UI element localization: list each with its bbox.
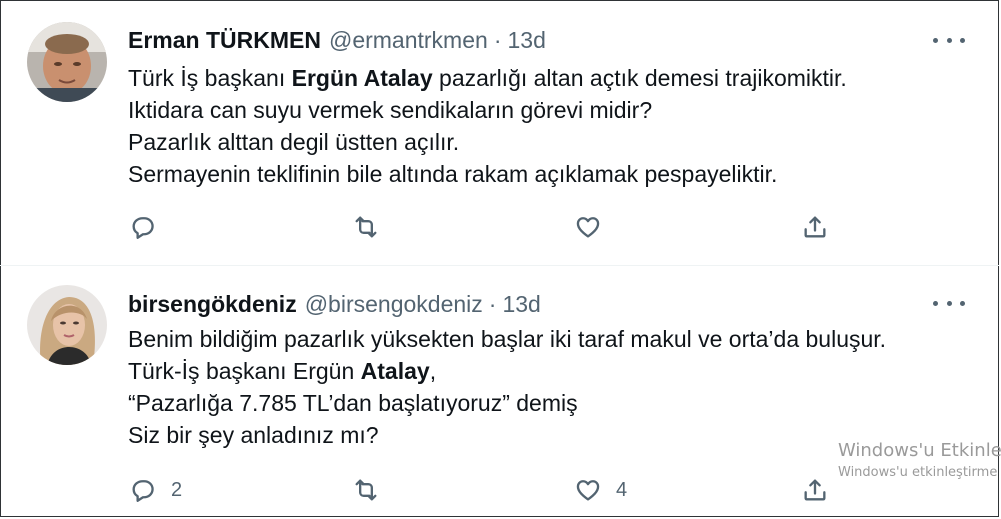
more-icon[interactable] (933, 293, 965, 313)
reply-button[interactable] (129, 210, 171, 244)
separator-dot: · (493, 27, 502, 53)
tweet[interactable]: birsengökdeniz @birsengokdeniz · 13d Ben… (0, 266, 999, 518)
like-button[interactable] (574, 210, 616, 244)
reply-icon (132, 480, 154, 502)
timestamp[interactable]: 13d (502, 291, 540, 318)
tweet-line: Iktidara can suyu vermek sendikaların gö… (128, 97, 653, 123)
display-name[interactable]: Erman TÜRKMEN (128, 27, 321, 54)
display-name[interactable]: birsengökdeniz (128, 291, 297, 318)
reply-icon (132, 217, 154, 239)
tweet-line: Türk-İş başkanı Ergün Atalay, (128, 358, 437, 384)
timestamp[interactable]: 13d (507, 27, 545, 54)
like-count: 4 (616, 478, 628, 501)
tweet-header: birsengökdeniz @birsengokdeniz · 13d (128, 291, 541, 318)
heart-icon (576, 217, 600, 238)
share-icon (804, 479, 826, 501)
avatar[interactable] (27, 22, 107, 102)
separator-dot: · (488, 291, 497, 317)
retweet-icon (355, 216, 377, 238)
tweet-line: “Pazarlığa 7.785 TL’dan başlatıyoruz” de… (128, 390, 578, 416)
like-button[interactable]: 4 (574, 473, 627, 507)
heart-icon (576, 480, 600, 501)
tweet-line: Siz bir şey anladınız mı? (128, 422, 379, 448)
share-icon (804, 216, 826, 238)
tweet-line: Türk İş başkanı Ergün Atalay pazarlığı a… (128, 65, 847, 91)
tweet[interactable]: Erman TÜRKMEN @ermantrkmen · 13d Türk İş… (0, 0, 999, 266)
retweet-icon (355, 479, 377, 501)
more-icon[interactable] (933, 30, 965, 50)
share-button[interactable] (801, 210, 829, 244)
tweet-actions (0, 210, 999, 244)
tweet-text: Benim bildiğim pazarlık yüksekten başlar… (128, 323, 886, 451)
windows-activation-watermark: Windows'u Etkinleş (838, 440, 1001, 461)
user-handle[interactable]: @birsengokdeniz (305, 291, 483, 318)
reply-count: 2 (171, 478, 183, 501)
user-handle[interactable]: @ermantrkmen (329, 27, 488, 54)
retweet-button[interactable] (352, 473, 394, 507)
tweet-text: Türk İş başkanı Ergün Atalay pazarlığı a… (128, 62, 847, 190)
tweet-line: Pazarlık alttan degil üstten açılır. (128, 129, 460, 155)
avatar[interactable] (27, 285, 107, 365)
tweet-header: Erman TÜRKMEN @ermantrkmen · 13d (128, 27, 546, 54)
tweet-line: Sermayenin teklifinin bile altında rakam… (128, 161, 778, 187)
tweet-line: Benim bildiğim pazarlık yüksekten başlar… (128, 326, 887, 352)
share-button[interactable] (801, 473, 829, 507)
retweet-button[interactable] (352, 210, 394, 244)
reply-button[interactable]: 2 (129, 473, 182, 507)
windows-activation-watermark-sub: Windows'u etkinleştirme (838, 465, 998, 480)
